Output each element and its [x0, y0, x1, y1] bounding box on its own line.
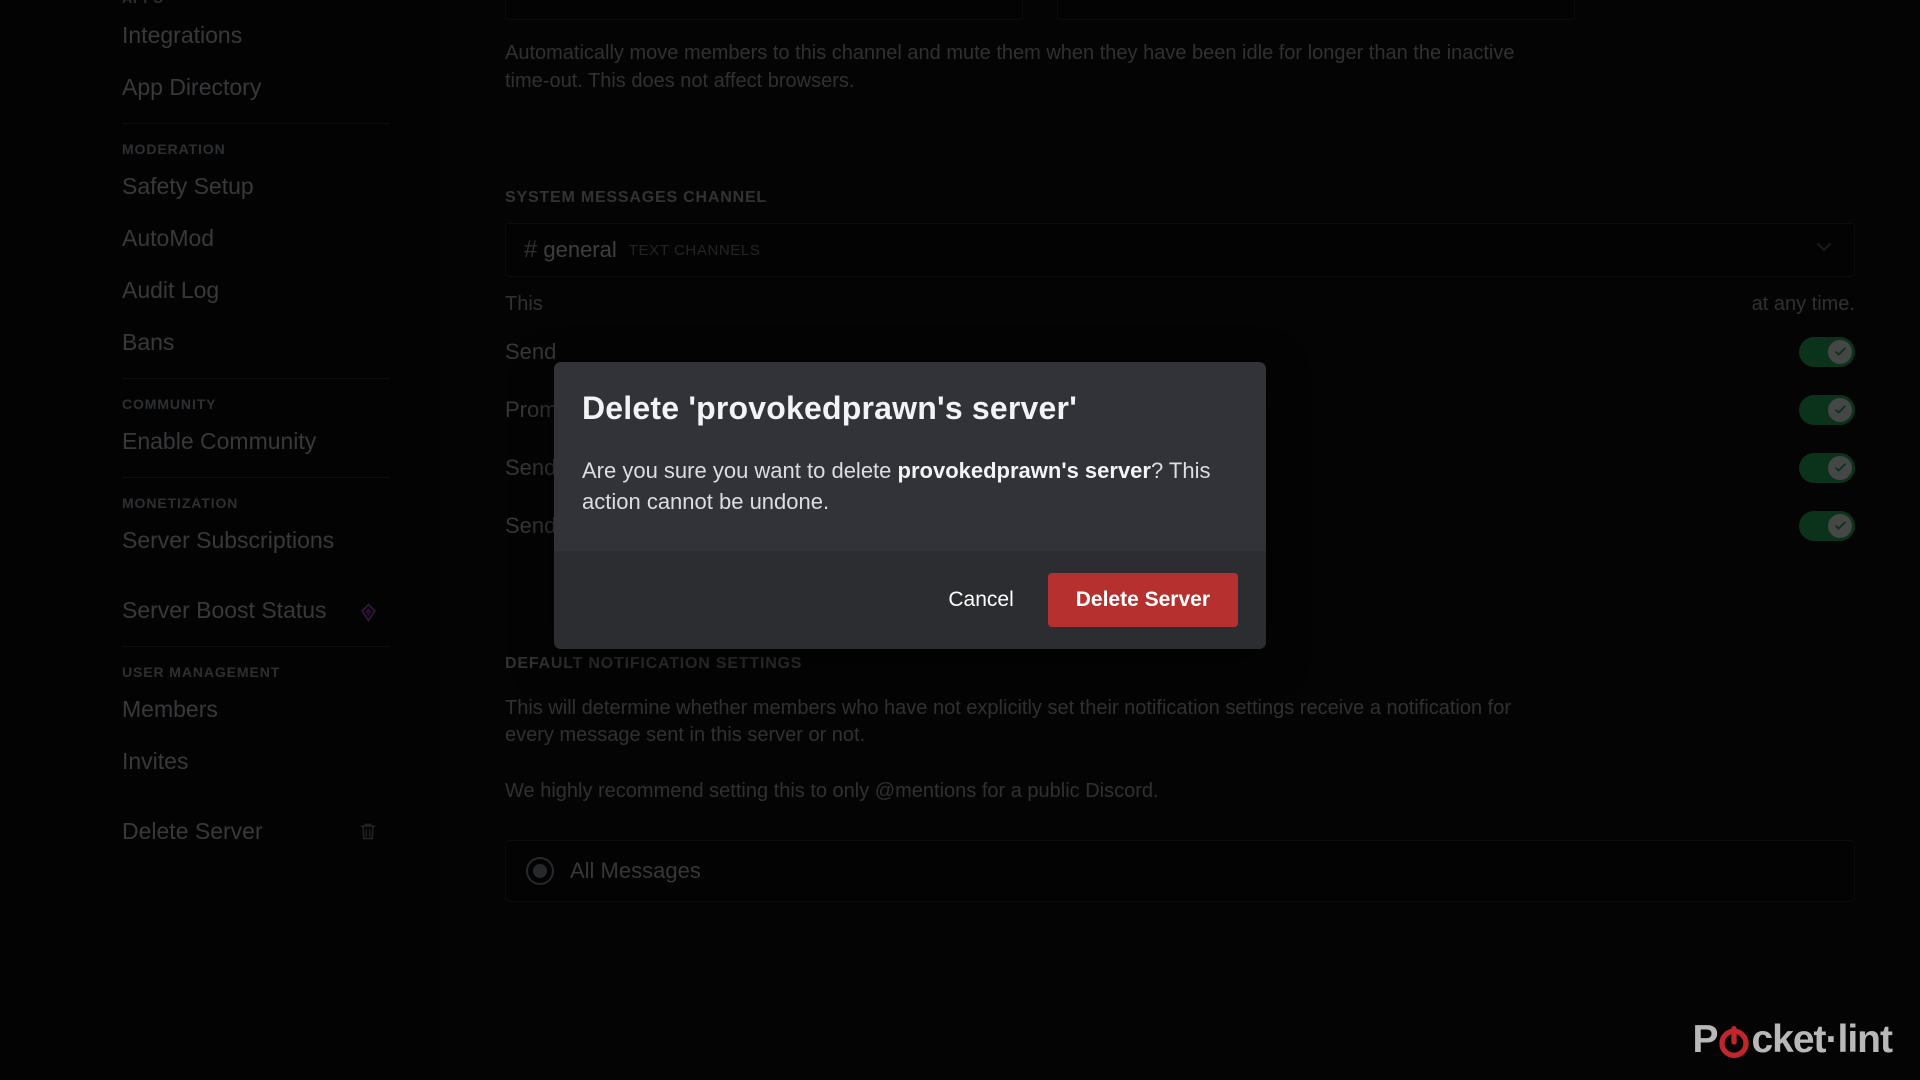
sidebar-item-label: App Directory — [122, 73, 262, 100]
notification-option-label: All Messages — [570, 857, 701, 883]
inactive-timeout-dropdown[interactable]: 5 minutes — [1057, 0, 1575, 20]
inactive-description: Automatically move members to this chann… — [505, 42, 1515, 92]
system-messages-channel-dropdown[interactable]: # general TEXT CHANNELS — [505, 223, 1855, 278]
watermark-text-before: P — [1692, 1018, 1718, 1061]
modal-body: Delete 'provokedprawn's server' Are you … — [554, 362, 1266, 551]
sidebar-item-server-boost-status[interactable]: Server Boost Status — [122, 591, 390, 629]
sidebar-item-safety-setup[interactable]: Safety Setup — [122, 167, 390, 205]
toggle-knob — [1828, 397, 1852, 422]
system-note-start: This — [505, 293, 543, 316]
sidebar-item-app-directory[interactable]: App Directory — [122, 68, 390, 106]
sidebar-item-audit-log[interactable]: Audit Log — [122, 271, 390, 309]
settings-sidebar: APPS Integrations App Directory MODERATI… — [0, 0, 440, 1080]
delete-server-button[interactable]: Delete Server — [1047, 573, 1238, 628]
system-toggle-label: Prom — [505, 396, 558, 422]
sidebar-group-community: COMMUNITY Enable Community — [122, 396, 440, 460]
sidebar-divider — [122, 378, 390, 379]
toggle-knob — [1828, 339, 1852, 364]
sidebar-group-user-management: USER MANAGEMENT Members Invites Delete S… — [122, 664, 440, 850]
notification-description: This will determine whether members who … — [505, 696, 1512, 747]
sidebar-item-label: Delete Server — [122, 817, 263, 844]
notification-option-box[interactable]: All Messages — [505, 839, 1855, 902]
boost-badge-icon — [359, 601, 378, 622]
sidebar-item-enable-community[interactable]: Enable Community — [122, 422, 390, 460]
trash-icon — [358, 820, 378, 842]
system-note-end: at any time. — [1751, 293, 1855, 316]
cancel-button[interactable]: Cancel — [924, 576, 1037, 624]
sidebar-group-header: USER MANAGEMENT — [122, 664, 281, 680]
notification-recommendation: We highly recommend setting this to only… — [505, 779, 1159, 802]
radio-dot — [533, 863, 547, 878]
sidebar-item-bans[interactable]: Bans — [122, 323, 390, 361]
system-toggle-switch[interactable] — [1799, 336, 1855, 367]
sidebar-item-label: Invites — [122, 747, 189, 774]
toggle-knob — [1828, 455, 1852, 480]
sidebar-divider — [122, 646, 390, 647]
modal-message-server-name: provokedprawn's server — [897, 458, 1151, 483]
sidebar-item-delete-server[interactable]: Delete Server — [122, 812, 390, 850]
radio-selected-icon — [526, 856, 554, 885]
sidebar-item-automod[interactable]: AutoMod — [122, 219, 390, 257]
sidebar-item-members[interactable]: Members — [122, 690, 390, 728]
sidebar-item-label: Enable Community — [122, 427, 317, 454]
sidebar-item-label: Safety Setup — [122, 172, 254, 199]
system-toggle-label: Send — [505, 512, 557, 538]
system-channel-name: general — [543, 237, 617, 263]
chevron-down-icon — [982, 0, 1004, 7]
sidebar-item-label: Integrations — [122, 21, 243, 48]
chevron-down-icon — [1812, 235, 1836, 265]
sidebar-group-moderation: MODERATION Safety Setup AutoMod Audit Lo… — [122, 141, 440, 361]
sidebar-group-header: COMMUNITY — [122, 396, 217, 412]
sidebar-group-apps: APPS Integrations App Directory — [122, 0, 440, 106]
system-channel-category: TEXT CHANNELS — [628, 241, 761, 259]
discord-server-settings-screen: APPS Integrations App Directory MODERATI… — [0, 0, 1920, 1080]
sidebar-divider — [122, 123, 390, 124]
inactive-channel-dropdown[interactable]: No Inactive Channel — [505, 0, 1023, 20]
power-icon — [1718, 1024, 1750, 1058]
toggle-knob — [1828, 513, 1852, 538]
sidebar-item-label: Members — [122, 695, 218, 722]
sidebar-group-header: APPS — [122, 0, 440, 6]
inactive-channel-value: No Inactive Channel — [524, 0, 722, 6]
sidebar-group-header: MONETIZATION — [122, 495, 239, 511]
chevron-down-icon — [1534, 0, 1556, 7]
modal-message-prefix: Are you sure you want to delete — [582, 458, 898, 483]
sidebar-item-label: AutoMod — [122, 224, 215, 251]
inactive-timeout-value: 5 minutes — [1076, 0, 1171, 6]
system-toggle-label: Send — [505, 454, 557, 480]
modal-footer: Cancel Delete Server — [554, 551, 1266, 650]
sidebar-item-label: Audit Log — [122, 276, 220, 303]
hash-icon: # — [524, 236, 538, 264]
sidebar-item-label: Bans — [122, 328, 175, 355]
sidebar-item-integrations[interactable]: Integrations — [122, 16, 390, 54]
system-toggle-switch[interactable] — [1799, 394, 1855, 425]
pocket-lint-watermark: P cket·lint — [1692, 1018, 1893, 1062]
notification-settings-header: DEFAULT NOTIFICATION SETTINGS — [505, 654, 803, 672]
notification-radio-row[interactable]: All Messages — [526, 856, 1834, 885]
inactive-settings-row: No Inactive Channel 5 minutes — [505, 0, 1855, 20]
system-toggle-label: Send — [505, 338, 557, 364]
modal-title: Delete 'provokedprawn's server' — [582, 390, 1078, 426]
sidebar-item-invites[interactable]: Invites — [122, 742, 390, 780]
system-messages-header: SYSTEM MESSAGES CHANNEL — [505, 189, 767, 207]
sidebar-item-label: Server Subscriptions — [122, 526, 335, 553]
delete-server-modal: Delete 'provokedprawn's server' Are you … — [554, 362, 1266, 650]
system-toggle-switch[interactable] — [1799, 452, 1855, 483]
sidebar-group-header: MODERATION — [122, 141, 226, 157]
modal-message: Are you sure you want to delete provoked… — [582, 455, 1232, 517]
sidebar-divider — [122, 477, 390, 478]
system-messages-note: This at any time. — [505, 291, 1855, 319]
system-toggle-switch[interactable] — [1799, 510, 1855, 541]
sidebar-item-label: Server Boost Status — [122, 596, 327, 623]
watermark-text-after: cket·lint — [1751, 1018, 1893, 1061]
sidebar-item-server-subscriptions[interactable]: Server Subscriptions — [122, 521, 390, 559]
sidebar-group-monetization: MONETIZATION Server Subscriptions Server… — [122, 495, 440, 629]
